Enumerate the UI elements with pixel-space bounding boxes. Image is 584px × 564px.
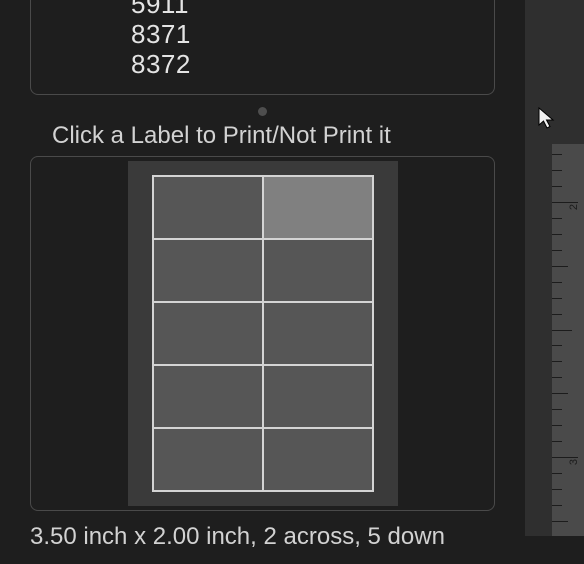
code-item[interactable]: 8371	[131, 18, 494, 50]
page-indicator	[30, 107, 495, 116]
ruler: 23	[552, 144, 584, 536]
label-cell[interactable]	[263, 302, 373, 365]
code-item[interactable]: 5911	[131, 0, 494, 20]
label-cell[interactable]	[263, 428, 373, 491]
label-sheet	[152, 175, 374, 492]
page-dot-icon	[258, 107, 267, 116]
label-row	[153, 428, 373, 491]
label-cell[interactable]	[263, 239, 373, 302]
label-row	[153, 302, 373, 365]
label-cell[interactable]	[263, 365, 373, 428]
code-list: 5911 8371 8372	[31, 0, 494, 80]
code-list-box: 5911 8371 8372	[30, 0, 495, 95]
ruler-mark: 3	[568, 459, 580, 465]
label-cell[interactable]	[263, 176, 373, 239]
label-row	[153, 365, 373, 428]
ruler-below-bg	[525, 536, 584, 564]
ruler-mark: 2	[568, 204, 580, 210]
label-cell[interactable]	[153, 176, 263, 239]
label-row	[153, 176, 373, 239]
label-row	[153, 239, 373, 302]
label-dimensions: 3.50 inch x 2.00 inch, 2 across, 5 down	[30, 523, 495, 551]
label-cell[interactable]	[153, 365, 263, 428]
code-item[interactable]: 8372	[131, 48, 494, 80]
label-cell[interactable]	[153, 428, 263, 491]
label-preview-box	[30, 156, 495, 511]
label-cell[interactable]	[153, 302, 263, 365]
label-section-title: Click a Label to Print/Not Print it	[52, 122, 495, 150]
label-cell[interactable]	[153, 239, 263, 302]
label-sheet-wrap	[128, 161, 398, 506]
